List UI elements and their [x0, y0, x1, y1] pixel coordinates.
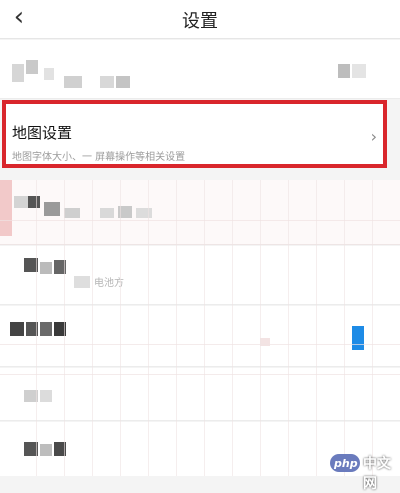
- grid-line: [344, 180, 345, 476]
- grid-line: [0, 244, 400, 245]
- blurred-block: [40, 322, 52, 336]
- blurred-block: [40, 444, 52, 456]
- map-settings-subtitle: 地图字体大小、一 屏幕操作等相关设置: [12, 152, 186, 163]
- settings-row-6[interactable]: [0, 368, 400, 421]
- blurred-block: [338, 64, 350, 78]
- grid-line: [0, 220, 400, 221]
- grid-line: [232, 180, 233, 476]
- grid-line: [92, 180, 93, 476]
- grid-line: [64, 180, 65, 476]
- toggle-switch[interactable]: [352, 326, 364, 350]
- blurred-block: [116, 76, 130, 88]
- settings-row-1[interactable]: [0, 40, 400, 99]
- blurred-block: [10, 322, 24, 336]
- blurred-block: [64, 76, 82, 88]
- watermark-badge-text: php: [334, 457, 358, 470]
- map-settings-title: 地图设置: [12, 124, 73, 142]
- blurred-block: [14, 196, 28, 208]
- blurred-block: [136, 208, 152, 218]
- top-bar: ‹ 设置: [0, 0, 400, 39]
- blurred-block: [28, 196, 40, 208]
- settings-row-4[interactable]: 电池方: [0, 246, 400, 305]
- chevron-right-icon: ›: [370, 127, 377, 146]
- page-title: 设置: [182, 11, 218, 32]
- grid-line: [372, 180, 373, 476]
- blurred-block: [44, 202, 60, 216]
- blurred-block: [64, 208, 80, 218]
- grid-line: [0, 344, 400, 345]
- grid-line: [288, 180, 289, 476]
- blurred-block: [26, 60, 38, 74]
- blurred-block: [0, 180, 12, 236]
- settings-row-3[interactable]: [0, 180, 400, 245]
- grid-line: [0, 374, 400, 375]
- blurred-block: [74, 276, 90, 288]
- grid-line: [316, 180, 317, 476]
- blurred-block: [44, 68, 54, 80]
- grid-line: [204, 180, 205, 476]
- map-settings-item[interactable]: 地图设置 地图字体大小、一 屏幕操作等相关设置 ›: [2, 100, 387, 168]
- grid-line: [120, 180, 121, 476]
- watermark-text: 中文网: [363, 456, 391, 492]
- grid-line: [36, 180, 37, 476]
- blurred-block: [352, 64, 366, 78]
- grid-line: [176, 180, 177, 476]
- watermark-logo: php 中文网: [330, 452, 398, 492]
- grid-line: [148, 180, 149, 476]
- blurred-block: [100, 76, 114, 88]
- watermark-badge: php: [330, 454, 360, 472]
- grid-line: [260, 180, 261, 476]
- blurred-block: [40, 262, 52, 274]
- blurred-block: [100, 208, 114, 218]
- blurred-block: [40, 390, 52, 402]
- blurred-block: [12, 64, 24, 82]
- settings-row-5[interactable]: [0, 306, 400, 367]
